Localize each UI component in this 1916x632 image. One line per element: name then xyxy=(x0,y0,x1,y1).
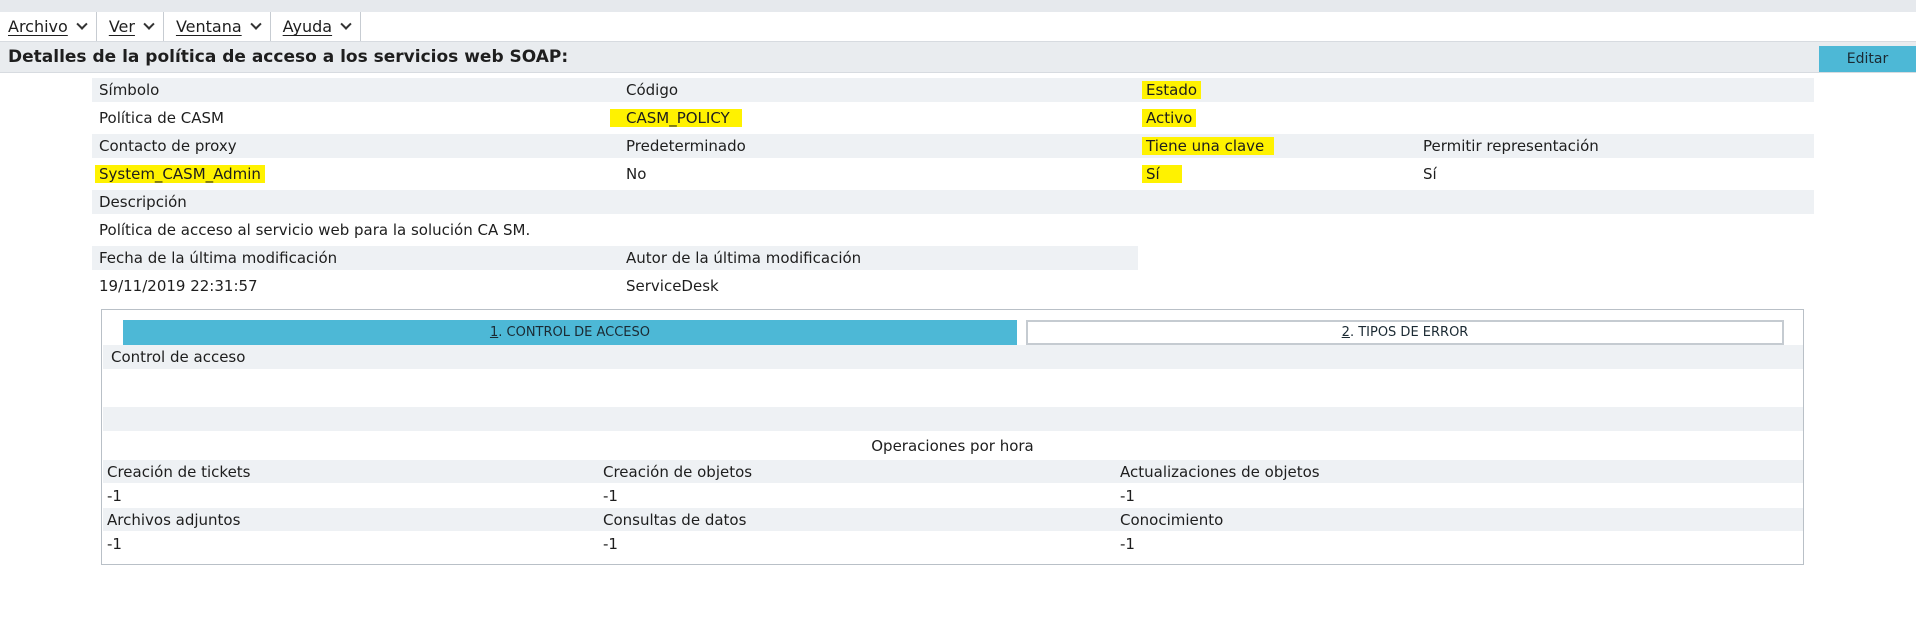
codigo-value-text: CASM_POLICY xyxy=(610,109,742,127)
tab-tipos-de-error-num: 2 xyxy=(1341,325,1350,340)
top-strip xyxy=(0,0,1916,12)
header-divider xyxy=(0,72,1916,73)
section-header-band xyxy=(103,345,1803,369)
ops-label: Conocimiento xyxy=(1120,511,1224,529)
codigo-value: CASM_POLICY xyxy=(610,106,742,130)
estado-label: Estado xyxy=(1142,78,1202,102)
detail-label-row xyxy=(92,78,1814,102)
page-title: Detalles de la política de acceso a los … xyxy=(8,47,569,67)
edit-button[interactable]: Editar xyxy=(1819,46,1916,72)
representacion-value: Sí xyxy=(1423,165,1437,183)
chevron-down-icon xyxy=(249,18,262,30)
contacto-value: System_CASM_Admin xyxy=(95,162,265,186)
ops-value: -1 xyxy=(1120,535,1135,553)
ops-label-band xyxy=(103,508,1803,531)
representacion-label: Permitir representación xyxy=(1423,137,1599,155)
predeterminado-value: No xyxy=(626,165,647,183)
contacto-label: Contacto de proxy xyxy=(99,137,237,155)
estado-value: Activo xyxy=(1142,106,1197,130)
ops-label: Consultas de datos xyxy=(603,511,747,529)
ops-title: Operaciones por hora xyxy=(871,437,1034,455)
ops-label: Actualizaciones de objetos xyxy=(1120,463,1320,481)
tab-panel: 1. CONTROL DE ACCESO 2. TIPOS DE ERROR C… xyxy=(101,309,1804,565)
ops-label: Creación de objetos xyxy=(603,463,753,481)
simbolo-label: Símbolo xyxy=(99,81,160,99)
chevron-down-icon xyxy=(76,18,88,30)
tab-tipos-de-error-label: . TIPOS DE ERROR xyxy=(1349,325,1469,340)
section-title: Control de acceso xyxy=(111,348,246,366)
menu-archivo[interactable]: Archivo xyxy=(0,12,97,41)
detail-label-row xyxy=(92,190,1814,214)
menu-ventana-label: Ventana xyxy=(175,17,242,36)
clave-value-text: Sí xyxy=(1142,165,1182,183)
menu-bar: Archivo Ver Ventana Ayuda xyxy=(0,12,362,41)
clave-label: Tiene una clave xyxy=(1142,134,1275,158)
descripcion-label: Descripción xyxy=(99,193,187,211)
menu-ventana[interactable]: Ventana xyxy=(164,12,271,41)
clave-label-text: Tiene una clave xyxy=(1142,137,1275,155)
chevron-down-icon xyxy=(340,18,352,30)
estado-label-text: Estado xyxy=(1142,81,1202,99)
tab-tipos-de-error[interactable]: 2. TIPOS DE ERROR xyxy=(1026,320,1784,345)
ops-value: -1 xyxy=(1120,487,1135,505)
clave-value: Sí xyxy=(1142,162,1182,186)
ops-value: -1 xyxy=(107,535,122,553)
chevron-down-icon xyxy=(143,18,155,30)
autor-value: ServiceDesk xyxy=(626,277,719,295)
simbolo-value: Política de CASM xyxy=(99,109,224,127)
menu-ayuda[interactable]: Ayuda xyxy=(271,12,362,41)
ops-value: -1 xyxy=(603,535,618,553)
descripcion-value: Política de acceso al servicio web para … xyxy=(99,221,531,239)
menu-ver-label: Ver xyxy=(108,17,135,36)
tab-control-de-acceso-label: . CONTROL DE ACCESO xyxy=(498,325,651,340)
predeterminado-label: Predeterminado xyxy=(626,137,746,155)
menu-archivo-label: Archivo xyxy=(8,17,68,36)
ops-label: Archivos adjuntos xyxy=(107,511,241,529)
estado-value-text: Activo xyxy=(1142,109,1197,127)
tab-control-de-acceso[interactable]: 1. CONTROL DE ACCESO xyxy=(123,320,1017,345)
spacer-band xyxy=(103,407,1803,431)
page-header: Detalles de la política de acceso a los … xyxy=(0,41,1916,72)
codigo-label: Código xyxy=(626,81,679,99)
tab-control-de-acceso-num: 1 xyxy=(489,325,499,340)
ops-value: -1 xyxy=(603,487,618,505)
ops-value: -1 xyxy=(107,487,122,505)
ops-label-band xyxy=(103,460,1803,483)
menu-ayuda-label: Ayuda xyxy=(282,17,333,36)
contacto-value-link[interactable]: System_CASM_Admin xyxy=(95,165,265,183)
fecha-label: Fecha de la última modificación xyxy=(99,249,338,267)
ops-label: Creación de tickets xyxy=(107,463,251,481)
fecha-value: 19/11/2019 22:31:57 xyxy=(99,277,258,295)
menu-ver[interactable]: Ver xyxy=(97,12,164,41)
autor-label: Autor de la última modificación xyxy=(626,249,862,267)
